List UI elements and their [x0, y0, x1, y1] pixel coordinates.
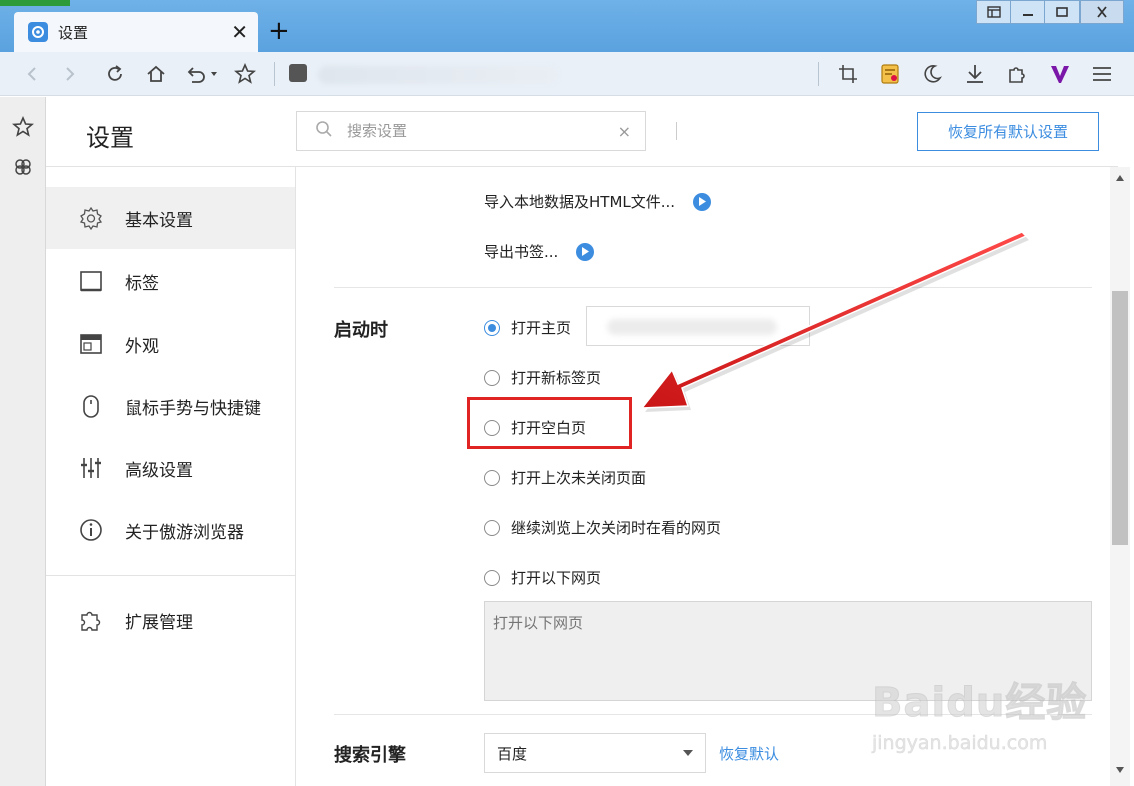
radio-label: 打开新标签页 — [511, 369, 602, 387]
nav-item-tabs[interactable]: 标签 — [46, 250, 295, 312]
nav-item-appearance[interactable]: 外观 — [46, 313, 295, 375]
radio-button[interactable] — [484, 369, 500, 386]
play-arrow-icon — [693, 192, 712, 211]
baidu-watermark: Baidu经验 jingyan.baidu.com — [872, 670, 1092, 776]
undo-close-icon[interactable] — [182, 60, 222, 88]
radio-checked[interactable] — [484, 319, 500, 336]
address-bar[interactable] — [318, 66, 558, 84]
nav-item-mouse-gestures[interactable]: 鼠标手势与快捷键 — [46, 375, 295, 437]
scroll-up-arrow-icon[interactable] — [1116, 175, 1124, 181]
tab-settings[interactable]: 设置 ✕ — [14, 12, 258, 52]
startup-section-title: 启动时 — [334, 320, 388, 341]
notes-icon[interactable] — [876, 60, 904, 88]
search-engine-section-title: 搜索引擎 — [334, 745, 406, 766]
search-icon — [315, 120, 333, 142]
scroll-down-arrow-icon[interactable] — [1116, 767, 1124, 773]
nav-item-about[interactable]: 关于傲游浏览器 — [46, 499, 295, 561]
radio-button[interactable] — [484, 569, 500, 586]
watermark-url: jingyan.baidu.com — [872, 732, 1048, 755]
nav-item-extensions[interactable]: 扩展管理 — [46, 589, 295, 651]
vip-icon[interactable] — [1046, 60, 1074, 88]
nav-item-label: 外观 — [125, 336, 159, 357]
maximize-button[interactable] — [1044, 0, 1080, 24]
search-engine-selected: 百度 — [497, 744, 528, 763]
startup-option-new-tab[interactable]: 打开新标签页 — [484, 367, 601, 388]
home-icon[interactable] — [142, 60, 170, 88]
search-box[interactable]: × — [296, 111, 646, 151]
new-tab-button[interactable]: + — [268, 16, 290, 46]
nav-item-advanced[interactable]: 高级设置 — [46, 437, 295, 499]
annotation-arrow — [640, 231, 1029, 412]
startup-option-continue-browsing[interactable]: 继续浏览上次关闭时在看的网页 — [484, 517, 721, 538]
toolbar-separator — [274, 62, 275, 86]
startup-option-restore-unclosed[interactable]: 打开上次未关闭页面 — [484, 467, 646, 488]
tab-title: 设置 — [58, 23, 89, 42]
toolbar-separator — [818, 62, 819, 86]
play-arrow-icon — [576, 242, 595, 261]
search-input[interactable] — [347, 122, 618, 140]
close-icon[interactable]: ✕ — [231, 20, 248, 44]
sliders-icon — [78, 455, 104, 481]
restore-all-defaults-button[interactable]: 恢复所有默认设置 — [917, 112, 1099, 151]
window-icon — [78, 331, 104, 357]
titlebar-stripe — [0, 0, 70, 6]
restore-search-default-link[interactable]: 恢复默认 — [719, 743, 779, 764]
toolbar — [0, 52, 1134, 96]
nav-item-label: 鼠标手势与快捷键 — [125, 398, 261, 419]
chevron-down-icon — [683, 750, 693, 756]
forward-icon[interactable] — [56, 60, 84, 88]
radio-label: 打开以下网页 — [511, 569, 602, 587]
radio-button[interactable] — [484, 519, 500, 536]
back-icon[interactable] — [18, 60, 46, 88]
download-icon[interactable] — [961, 60, 989, 88]
refresh-icon[interactable] — [101, 60, 129, 88]
import-data-link[interactable]: 导入本地数据及HTML文件... — [484, 191, 712, 212]
mouse-icon — [78, 393, 104, 419]
page-title: 设置 — [86, 124, 134, 152]
nav-item-label: 关于傲游浏览器 — [125, 522, 244, 543]
gear-icon — [78, 205, 104, 231]
watermark-logo: Baidu经验 — [872, 680, 1088, 727]
favorites-star-icon[interactable] — [11, 115, 35, 139]
search-clear-icon[interactable]: × — [618, 122, 631, 141]
export-link-label: 导出书签... — [484, 243, 559, 261]
radio-label: 继续浏览上次关闭时在看的网页 — [511, 519, 722, 537]
screenshot-icon[interactable] — [834, 60, 862, 88]
info-icon — [78, 517, 104, 543]
gear-icon — [28, 22, 48, 42]
nav-item-basic[interactable]: 基本设置 — [46, 187, 295, 249]
menu-icon[interactable] — [1088, 60, 1116, 88]
radio-label: 打开上次未关闭页面 — [511, 469, 647, 487]
annotation-highlight-box — [467, 397, 632, 449]
search-engine-select[interactable]: 百度 — [484, 733, 706, 773]
startup-option-homepage[interactable]: 打开主页 — [484, 317, 571, 338]
nav-item-label: 标签 — [125, 273, 159, 294]
window-close-button[interactable] — [1080, 0, 1124, 24]
minimize-button[interactable] — [1010, 0, 1046, 24]
nav-item-label: 高级设置 — [125, 460, 193, 481]
startup-option-open-urls[interactable]: 打开以下网页 — [484, 567, 601, 588]
night-mode-icon[interactable] — [918, 60, 946, 88]
nav-divider — [46, 575, 295, 576]
title-bar: 设置 ✕ + — [0, 0, 1134, 52]
sidebar-toggle-button[interactable] — [976, 0, 1012, 24]
scrollbar-thumb[interactable] — [1112, 291, 1128, 545]
tab-icon — [78, 268, 104, 294]
radio-label: 打开主页 — [511, 319, 572, 337]
side-panel — [0, 97, 46, 786]
export-bookmarks-link[interactable]: 导出书签... — [484, 241, 595, 262]
star-icon[interactable] — [231, 60, 259, 88]
header-divider — [676, 122, 677, 140]
nav-item-label: 基本设置 — [125, 210, 193, 231]
puzzle-icon — [78, 607, 104, 633]
radio-button[interactable] — [484, 469, 500, 486]
content-scrollbar[interactable] — [1110, 167, 1130, 786]
import-link-label: 导入本地数据及HTML文件... — [484, 193, 676, 211]
nav-item-label: 扩展管理 — [125, 612, 193, 633]
extensions-icon[interactable] — [1003, 60, 1031, 88]
flower-icon[interactable] — [11, 155, 35, 179]
site-icon — [289, 64, 307, 82]
settings-nav: 基本设置 标签 外观 鼠标手势与快捷键 高级设置 关于傲游浏览器 扩展管理 — [46, 167, 296, 786]
